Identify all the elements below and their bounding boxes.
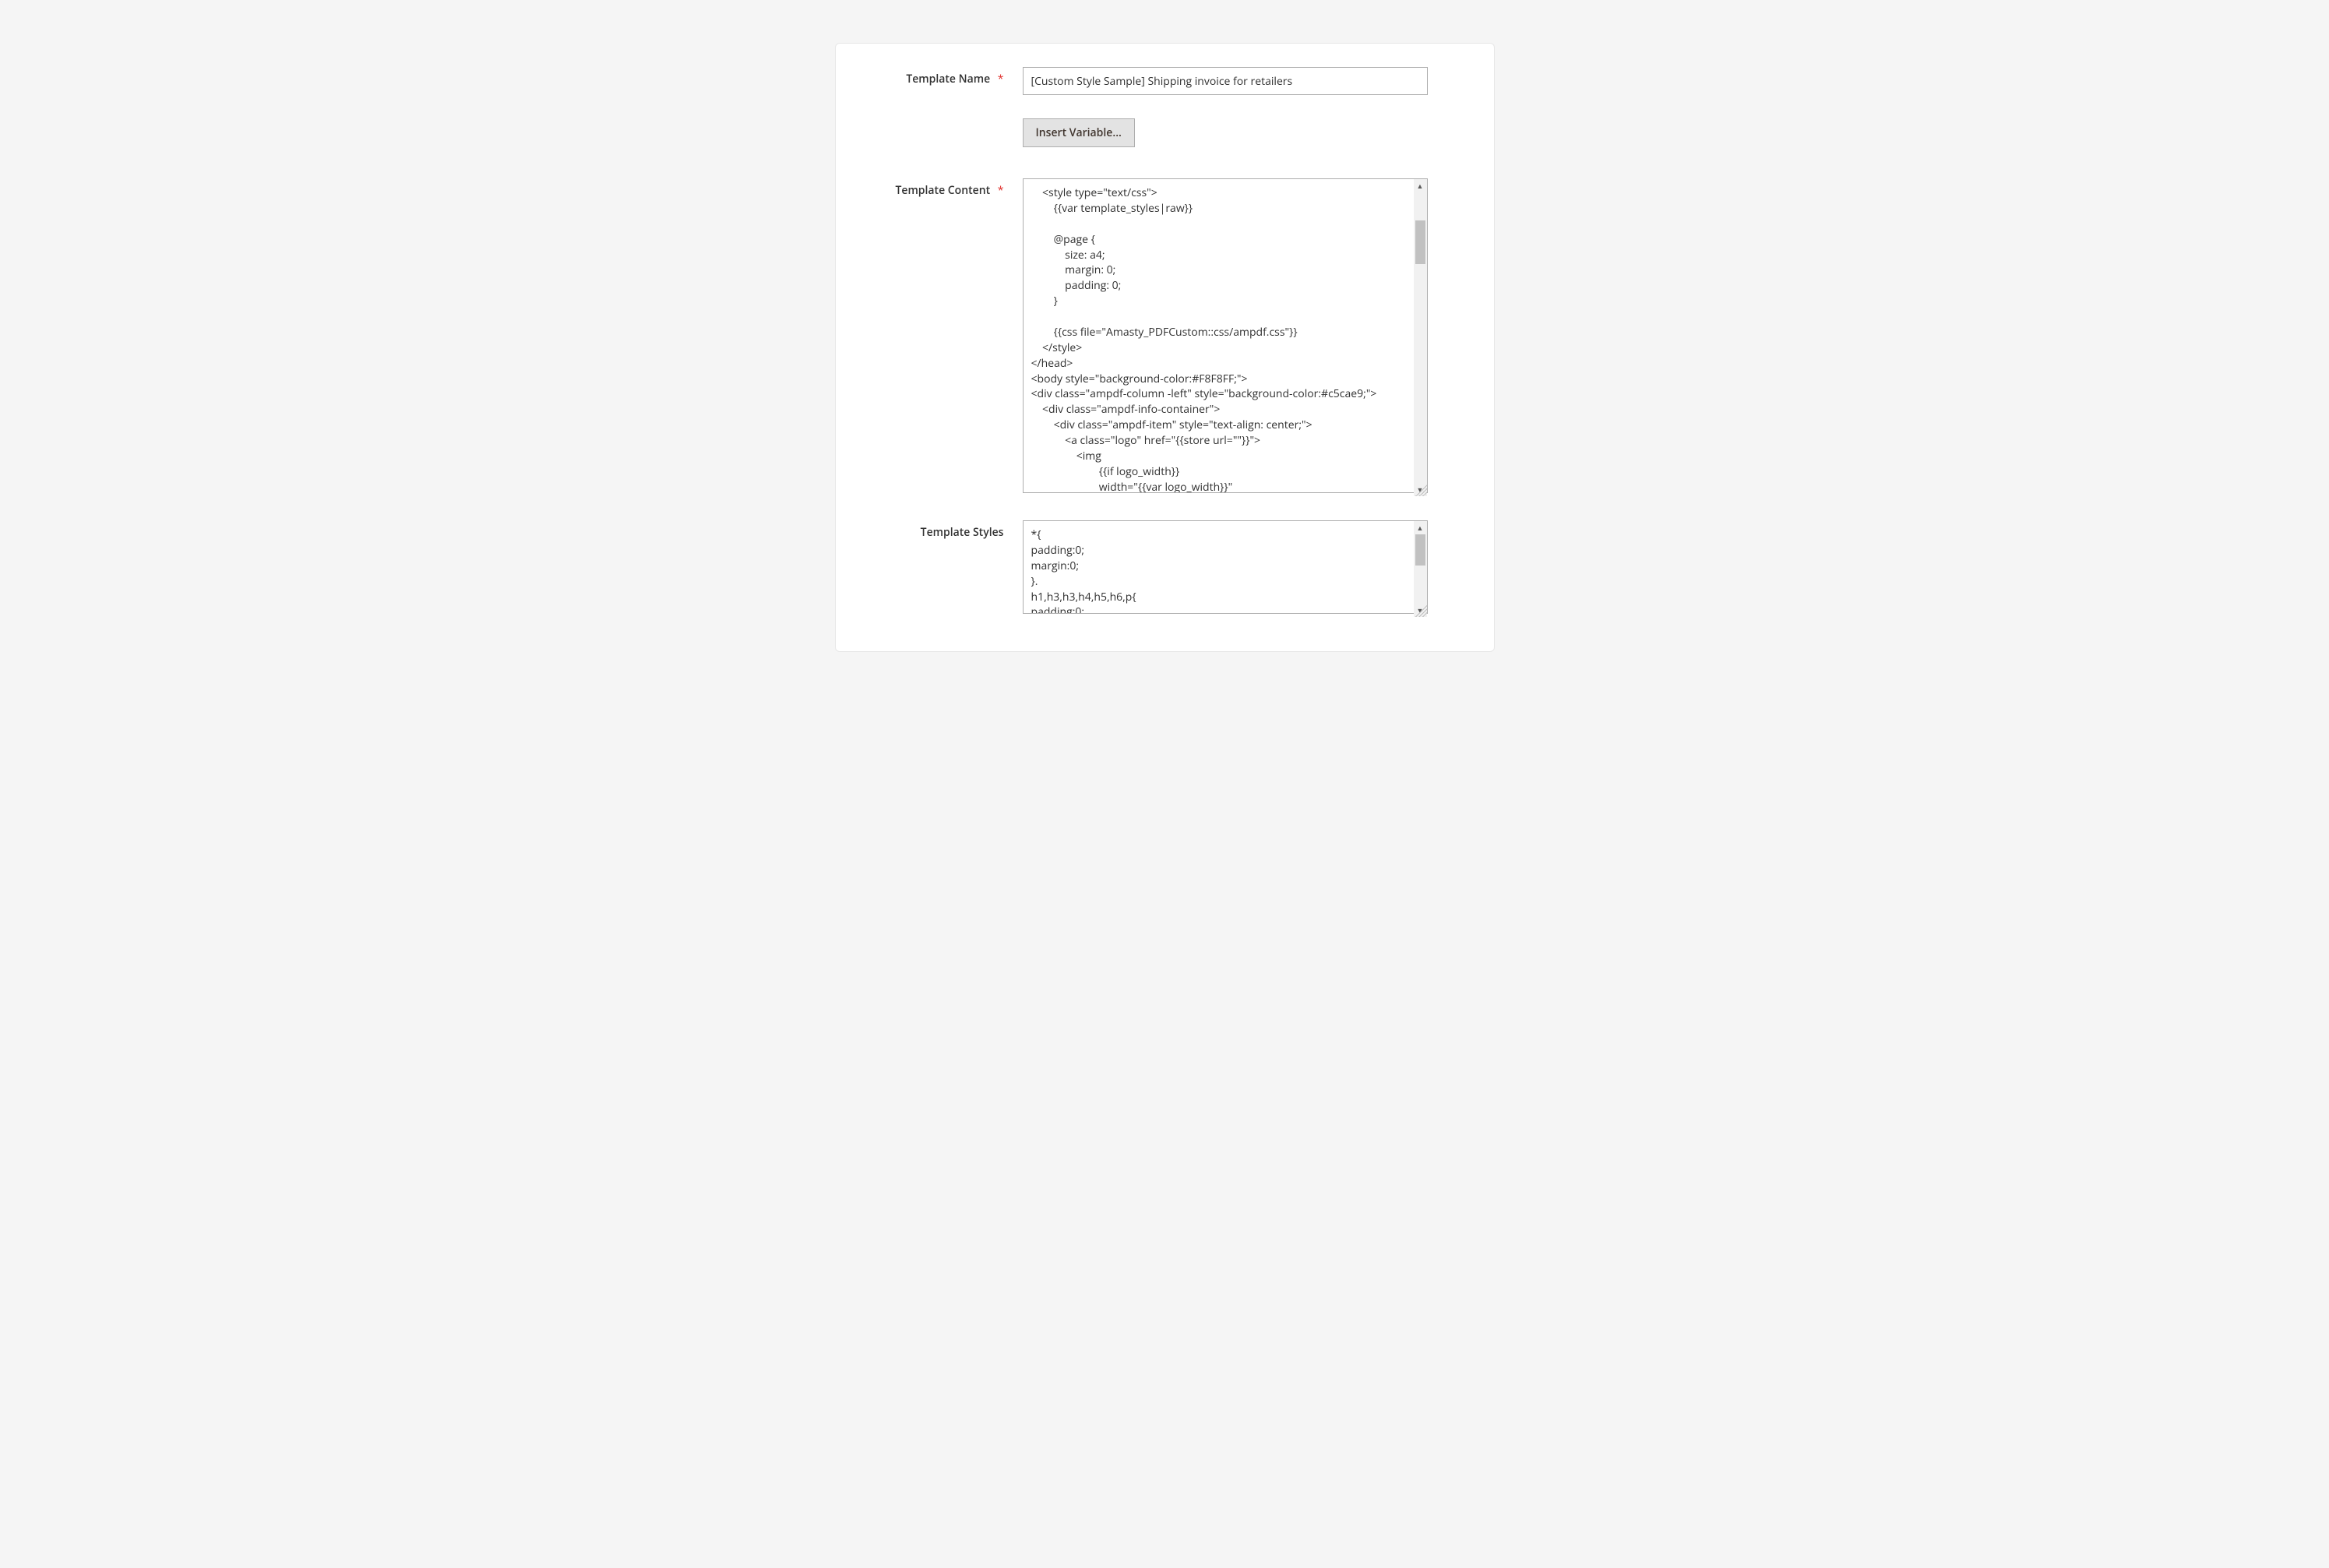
form-panel: Template Name * Insert Variable... Templ… bbox=[835, 43, 1495, 652]
control-insert-variable: Insert Variable... bbox=[1023, 118, 1428, 147]
page-root: Template Name * Insert Variable... Templ… bbox=[641, 0, 1689, 709]
template-styles-textarea[interactable] bbox=[1023, 520, 1428, 614]
template-name-input[interactable] bbox=[1023, 67, 1428, 95]
required-marker: * bbox=[998, 72, 1004, 86]
insert-variable-button[interactable]: Insert Variable... bbox=[1023, 118, 1135, 147]
field-row-template-styles: Template Styles ▲ ▼ bbox=[875, 520, 1455, 618]
control-template-content: ▲ ▼ bbox=[1023, 178, 1428, 497]
label-template-name-text: Template Name bbox=[906, 72, 990, 86]
template-content-wrap: ▲ ▼ bbox=[1023, 178, 1428, 497]
template-styles-wrap: ▲ ▼ bbox=[1023, 520, 1428, 618]
field-row-template-content: Template Content * ▲ ▼ bbox=[875, 178, 1455, 497]
label-template-styles: Template Styles bbox=[875, 520, 1023, 540]
control-template-name bbox=[1023, 67, 1428, 95]
label-template-styles-text: Template Styles bbox=[921, 525, 1004, 540]
field-row-insert-variable: Insert Variable... bbox=[875, 118, 1455, 147]
label-template-content-text: Template Content bbox=[895, 183, 990, 198]
label-template-name: Template Name * bbox=[875, 67, 1023, 86]
field-row-template-name: Template Name * bbox=[875, 67, 1455, 95]
label-spacer bbox=[875, 118, 1023, 123]
control-template-styles: ▲ ▼ bbox=[1023, 520, 1428, 618]
required-marker: * bbox=[998, 183, 1004, 198]
label-template-content: Template Content * bbox=[875, 178, 1023, 198]
template-content-textarea[interactable] bbox=[1023, 178, 1428, 493]
